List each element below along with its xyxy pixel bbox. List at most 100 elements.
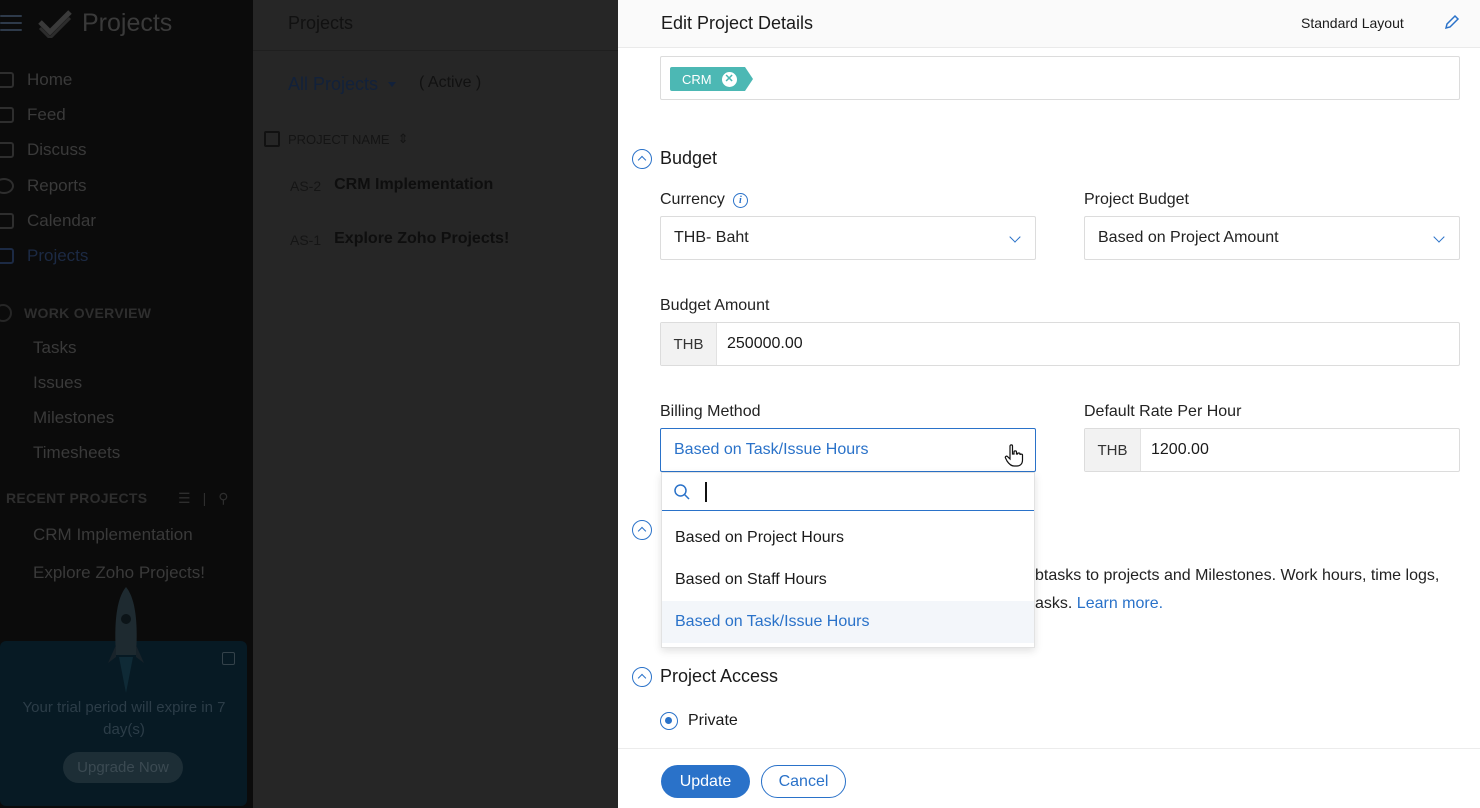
select-value: Based on Project Amount <box>1098 229 1279 246</box>
default-rate-field[interactable]: THB 1200.00 <box>1084 428 1460 472</box>
project-name[interactable]: Explore Zoho Projects! <box>334 230 509 248</box>
default-rate-label: Default Rate Per Hour <box>1084 403 1242 420</box>
currency-prefix: THB <box>661 323 717 365</box>
filter-label: All Projects <box>288 74 379 94</box>
projects-logo-icon <box>38 10 72 38</box>
recent-project-item[interactable]: Explore Zoho Projects! <box>33 563 205 583</box>
access-private-option[interactable]: Private <box>660 712 738 730</box>
recent-project-item[interactable]: CRM Implementation <box>33 525 193 545</box>
panel-footer: Update Cancel <box>618 748 1480 808</box>
sidebar-item-projects[interactable]: Projects <box>0 244 88 268</box>
sidebar-item-label: Feed <box>27 105 66 124</box>
amount-value[interactable]: 250000.00 <box>717 323 803 365</box>
label-text: Currency <box>660 191 725 208</box>
billing-method-label: Billing Method <box>660 403 761 420</box>
sidebar-item-reports[interactable]: Reports <box>0 174 87 198</box>
chevron-up-icon <box>632 666 652 687</box>
cancel-button[interactable]: Cancel <box>761 765 846 798</box>
sidebar-item-label: Home <box>27 70 73 89</box>
search-icon <box>674 483 690 500</box>
radio-selected[interactable] <box>660 712 678 730</box>
sidebar: Projects Home Feed Discuss Reports Calen… <box>0 0 253 808</box>
calendar-icon <box>0 213 14 229</box>
filter-icon[interactable]: ☰ <box>178 490 191 507</box>
work-overview-icon <box>0 304 12 322</box>
panel-header: Edit Project Details Standard Layout <box>618 0 1480 48</box>
learn-more-link[interactable]: Learn more. <box>1077 595 1163 612</box>
feed-icon <box>0 107 14 123</box>
budget-amount-label: Budget Amount <box>660 297 770 314</box>
column-header-project-name[interactable]: PROJECT NAME ⇕ <box>264 131 409 147</box>
projects-icon <box>0 248 14 264</box>
project-list-pane: Projects All Projects ( Active ) PROJECT… <box>253 0 618 808</box>
upgrade-now-button[interactable]: Upgrade Now <box>63 752 183 783</box>
dropdown-option-selected[interactable]: Based on Task/Issue Hours <box>662 601 1034 643</box>
sidebar-item-label: Reports <box>27 176 87 195</box>
project-access-section-toggle[interactable]: Project Access <box>632 666 778 687</box>
minimize-icon[interactable] <box>222 652 235 665</box>
sidebar-item-label: Discuss <box>27 140 87 159</box>
status-filter: ( Active ) <box>419 74 482 91</box>
select-value: Based on Task/Issue Hours <box>674 441 869 458</box>
sidebar-item-issues[interactable]: Issues <box>33 373 82 393</box>
reports-icon <box>0 178 14 194</box>
hamburger-menu-icon[interactable] <box>0 13 26 33</box>
chevron-down-icon <box>1009 231 1021 243</box>
sidebar-item-calendar[interactable]: Calendar <box>0 209 96 233</box>
tags-input[interactable]: CRM ✕ <box>660 56 1460 100</box>
chevron-up-icon[interactable] <box>632 520 652 540</box>
hand-cursor-icon <box>1004 444 1024 467</box>
chevron-up-icon <box>632 148 652 169</box>
budget-amount-field[interactable]: THB 250000.00 <box>660 322 1460 366</box>
sidebar-item-home[interactable]: Home <box>0 68 72 92</box>
select-value: THB- Baht <box>674 229 749 246</box>
sidebar-item-feed[interactable]: Feed <box>0 103 66 127</box>
update-button[interactable]: Update <box>661 765 750 798</box>
section-description: btasks to projects and Milestones. Work … <box>1035 567 1440 584</box>
home-icon <box>0 72 14 88</box>
brand-title: Projects <box>82 8 173 37</box>
table-row[interactable]: AS-2 CRM Implementation <box>290 176 493 194</box>
dropdown-search-input[interactable] <box>662 473 1034 511</box>
billing-method-select[interactable]: Based on Task/Issue Hours <box>660 428 1036 472</box>
column-settings-icon[interactable] <box>264 131 280 147</box>
trial-text: Your trial period will expire in 7 day(s… <box>22 699 226 738</box>
project-key: AS-2 <box>290 178 322 194</box>
sidebar-item-tasks[interactable]: Tasks <box>33 338 76 358</box>
currency-prefix: THB <box>1085 429 1141 471</box>
sort-icon[interactable]: ⇕ <box>398 131 409 147</box>
layout-selector[interactable]: Standard Layout <box>1301 15 1404 31</box>
section-title: Project Access <box>660 666 779 686</box>
project-name[interactable]: CRM Implementation <box>334 176 493 194</box>
sidebar-item-timesheets[interactable]: Timesheets <box>33 443 120 463</box>
rate-value[interactable]: 1200.00 <box>1141 429 1209 471</box>
project-key: AS-1 <box>290 232 322 248</box>
sidebar-item-milestones[interactable]: Milestones <box>33 408 114 428</box>
info-icon[interactable]: i <box>732 192 748 208</box>
caret-down-icon <box>388 82 397 87</box>
tag-chip: CRM ✕ <box>670 67 753 91</box>
panel-title: Edit Project Details <box>661 13 814 33</box>
all-projects-filter[interactable]: All Projects <box>288 74 397 95</box>
pencil-icon[interactable] <box>1442 12 1462 32</box>
edit-project-panel: Edit Project Details Standard Layout CRM… <box>618 0 1480 808</box>
tag-label: CRM <box>682 71 712 87</box>
recent-tools: ☰ | ⚲ <box>178 490 228 507</box>
section-title: Budget <box>660 148 718 168</box>
search-icon[interactable]: ⚲ <box>218 490 228 507</box>
budget-section-toggle[interactable]: Budget <box>632 148 717 169</box>
sidebar-item-label: Calendar <box>27 211 96 230</box>
sidebar-item-discuss[interactable]: Discuss <box>0 138 87 162</box>
table-row[interactable]: AS-1 Explore Zoho Projects! <box>290 230 509 248</box>
chevron-down-icon <box>1433 231 1445 243</box>
divider: | <box>202 490 207 506</box>
dropdown-option[interactable]: Based on Staff Hours <box>662 559 1034 601</box>
billing-method-dropdown: Based on Project Hours Based on Staff Ho… <box>661 472 1035 648</box>
project-budget-select[interactable]: Based on Project Amount <box>1084 216 1460 260</box>
remove-tag-icon[interactable]: ✕ <box>721 71 737 87</box>
rocket-icon <box>108 587 144 693</box>
work-overview-heading[interactable]: WORK OVERVIEW <box>0 304 151 322</box>
dropdown-option[interactable]: Based on Project Hours <box>662 517 1034 559</box>
column-label: PROJECT NAME <box>288 131 390 147</box>
currency-select[interactable]: THB- Baht <box>660 216 1036 260</box>
